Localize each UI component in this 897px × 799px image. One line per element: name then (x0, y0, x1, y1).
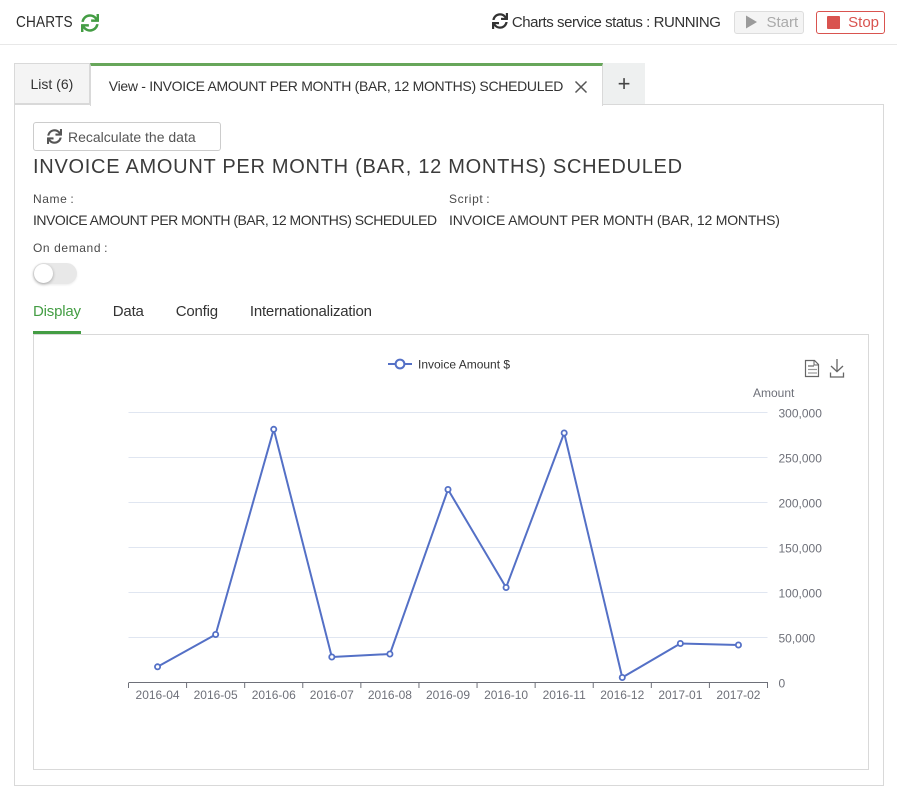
svg-text:2016-04: 2016-04 (136, 688, 180, 702)
svg-text:Invoice Amount $: Invoice Amount $ (418, 358, 510, 372)
svg-text:2017-02: 2017-02 (716, 688, 760, 702)
svg-text:100,000: 100,000 (779, 587, 823, 601)
svg-text:2016-06: 2016-06 (252, 688, 296, 702)
svg-text:250,000: 250,000 (779, 452, 823, 466)
svg-text:2016-10: 2016-10 (484, 688, 528, 702)
svg-text:50,000: 50,000 (779, 632, 816, 646)
svg-text:2016-08: 2016-08 (368, 688, 412, 702)
svg-text:0: 0 (779, 677, 786, 691)
svg-text:2016-12: 2016-12 (600, 688, 644, 702)
svg-text:200,000: 200,000 (779, 497, 823, 511)
svg-text:300,000: 300,000 (779, 407, 823, 421)
svg-text:2016-11: 2016-11 (543, 688, 586, 702)
svg-text:2016-05: 2016-05 (194, 688, 238, 702)
svg-text:2017-01: 2017-01 (658, 688, 702, 702)
svg-text:Amount: Amount (753, 386, 795, 400)
svg-text:2016-07: 2016-07 (310, 688, 354, 702)
svg-text:150,000: 150,000 (779, 542, 823, 556)
svg-text:2016-09: 2016-09 (426, 688, 470, 702)
